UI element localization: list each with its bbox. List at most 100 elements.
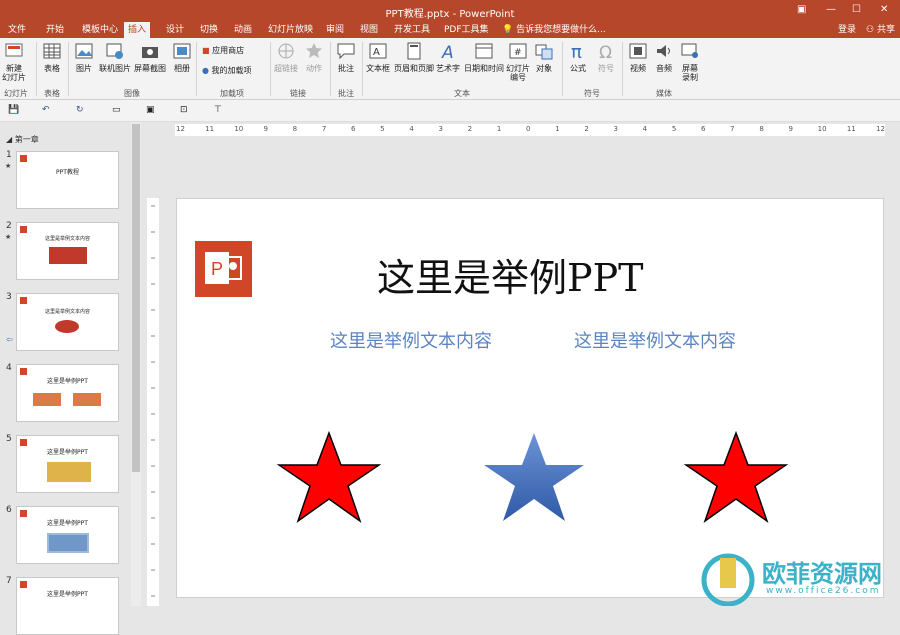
tab-animations[interactable]: 动画 bbox=[230, 22, 256, 38]
wordart-button[interactable]: A 艺术字 bbox=[436, 41, 460, 73]
red-star-left[interactable] bbox=[277, 431, 381, 523]
online-picture-icon bbox=[106, 43, 123, 59]
slide-number-label: 幻灯片 编号 bbox=[506, 64, 530, 82]
svg-text:π: π bbox=[571, 42, 582, 61]
watermark-name: 欧菲资源网 bbox=[762, 560, 882, 588]
search-box[interactable]: 💡 告诉我您想要做什么... bbox=[498, 22, 610, 38]
tab-pdf-tools[interactable]: PDF工具集 bbox=[440, 22, 493, 38]
film-icon bbox=[629, 43, 647, 59]
login-link[interactable]: 登录 bbox=[834, 22, 860, 38]
ruler-tick-label: 6 bbox=[351, 125, 356, 133]
tab-templates[interactable]: 模板中心 bbox=[78, 22, 122, 38]
album-button[interactable]: 相册 bbox=[172, 41, 192, 73]
my-addins-label: 我的加载项 bbox=[211, 66, 252, 75]
header-footer-button[interactable]: 页眉和页脚 bbox=[394, 41, 434, 73]
touch-mode-icon[interactable]: ⊡ bbox=[180, 105, 192, 117]
divider bbox=[622, 42, 623, 96]
ribbon-tabs: 文件 开始 模板中心 插入 设计 切换 动画 幻灯片放映 审阅 视图 开发工具 … bbox=[0, 22, 900, 38]
horizontal-ruler: 12 11 10 9 8 7 6 5 4 3 2 1 0 1 2 3 4 5 6 7 8 9 10 11 12 bbox=[175, 124, 885, 136]
scrollbar-thumb[interactable] bbox=[132, 124, 140, 472]
subtitle-left[interactable]: 这里是举例文本内容 bbox=[330, 327, 492, 353]
slide-thumbnail-1[interactable]: PPT教程 bbox=[16, 151, 119, 209]
thumbnail-scrollbar[interactable] bbox=[131, 122, 141, 606]
tab-insert[interactable]: 插入 bbox=[124, 22, 151, 38]
group-symbols-label: 符号 bbox=[584, 89, 600, 98]
slide-number: 2 bbox=[6, 221, 12, 231]
header-footer-label: 页眉和页脚 bbox=[394, 64, 434, 73]
red-star-right[interactable] bbox=[684, 431, 788, 523]
maximize-icon[interactable]: ☐ bbox=[852, 4, 861, 15]
datetime-button[interactable]: 日期和时间 bbox=[464, 41, 504, 73]
slide-number-button[interactable]: # 幻灯片 编号 bbox=[506, 41, 530, 82]
object-button[interactable]: 对象 bbox=[534, 41, 554, 73]
slide-thumbnail-4[interactable]: 这里是举例PPT bbox=[16, 364, 119, 422]
tab-design[interactable]: 设计 bbox=[162, 22, 188, 38]
pi-icon: π bbox=[571, 42, 582, 61]
present-icon[interactable]: ▭ bbox=[112, 105, 124, 117]
share-button[interactable]: ⚇ 共享 bbox=[862, 22, 899, 38]
ruler-tick-label: 2 bbox=[584, 125, 589, 133]
my-addins-button[interactable]: ● 我的加载项 bbox=[202, 66, 252, 75]
ruler-tick-label: 12 bbox=[176, 125, 185, 133]
thumb-shape bbox=[73, 393, 101, 406]
screenshot-button[interactable]: 屏幕截图 bbox=[134, 41, 166, 73]
addins-icon: ● bbox=[202, 66, 209, 75]
table-button[interactable]: 表格 bbox=[42, 41, 62, 73]
ruler-tick-label: 11 bbox=[205, 125, 215, 133]
slideshow-icon[interactable]: ▣ bbox=[146, 105, 158, 117]
section-header[interactable]: ◢ 第一章 bbox=[6, 134, 39, 145]
action-button[interactable]: 动作 bbox=[304, 41, 324, 73]
symbol-button[interactable]: Ω 符号 bbox=[596, 41, 616, 73]
blue-star-center[interactable] bbox=[482, 431, 586, 523]
close-icon[interactable]: ✕ bbox=[880, 4, 888, 15]
ruler-tick-label: 7 bbox=[321, 125, 327, 133]
comment-button[interactable]: 批注 bbox=[336, 41, 356, 73]
picture-label: 图片 bbox=[76, 64, 92, 73]
picture-button[interactable]: 图片 bbox=[74, 41, 94, 73]
minimize-icon[interactable]: — bbox=[826, 4, 836, 15]
slide-thumbnail-2[interactable]: 这里是举例文本内容 bbox=[16, 222, 119, 280]
ruler-tick-label: 2 bbox=[467, 125, 473, 133]
tab-review[interactable]: 审阅 bbox=[322, 22, 348, 38]
audio-button[interactable]: 音频 bbox=[654, 41, 674, 73]
tab-slideshow[interactable]: 幻灯片放映 bbox=[264, 22, 317, 38]
screen-record-button[interactable]: 屏幕 录制 bbox=[680, 41, 700, 82]
textbox-button[interactable]: A 文本框 bbox=[366, 41, 390, 73]
app-store-button[interactable]: ■ 应用商店 bbox=[202, 46, 244, 55]
customize-icon[interactable]: ⊤ bbox=[214, 105, 226, 117]
slide-title[interactable]: 这里是举例PPT bbox=[377, 247, 643, 302]
save-icon[interactable]: 💾 bbox=[8, 105, 20, 117]
undo-icon[interactable]: ↶ bbox=[42, 105, 54, 117]
slide-thumbnail-3[interactable]: 这里是举例文本内容 bbox=[16, 293, 119, 351]
ppt-logo-icon bbox=[20, 368, 27, 375]
restore-ribbon-icon[interactable]: ▣ bbox=[797, 4, 806, 15]
svg-text:Ω: Ω bbox=[599, 43, 612, 61]
thumb-shape bbox=[33, 393, 61, 406]
slide-canvas[interactable]: P 这里是举例PPT 这里是举例文本内容 这里是举例文本内容 bbox=[176, 198, 884, 598]
tab-view[interactable]: 视图 bbox=[356, 22, 382, 38]
slide-thumbnail-7[interactable]: 这里是举例PPT bbox=[16, 577, 119, 635]
redo-icon[interactable]: ↻ bbox=[76, 105, 88, 117]
group-comments-label: 批注 bbox=[338, 89, 354, 98]
tab-home[interactable]: 开始 bbox=[42, 22, 68, 38]
video-button[interactable]: 视频 bbox=[628, 41, 648, 73]
slide-number-icon: # bbox=[509, 43, 527, 59]
equation-button[interactable]: π 公式 bbox=[568, 41, 588, 73]
subtitle-right[interactable]: 这里是举例文本内容 bbox=[574, 327, 736, 353]
thumb-shape bbox=[47, 533, 89, 553]
tab-transitions[interactable]: 切换 bbox=[196, 22, 222, 38]
online-picture-button[interactable]: 联机图片 bbox=[99, 41, 131, 73]
wordart-label: 艺术字 bbox=[436, 64, 460, 73]
ruler-tick-label: 10 bbox=[234, 125, 244, 133]
thumb-title: 这里是举例PPT bbox=[47, 378, 88, 385]
tab-file[interactable]: 文件 bbox=[4, 22, 30, 38]
slide-thumbnail-5[interactable]: 这里是举例PPT bbox=[16, 435, 119, 493]
ribbon-insert: 新建 幻灯片 表格 图片 联机图片 屏幕截图 相册 ■ 应用商店 ● 我的加载项… bbox=[0, 38, 900, 100]
app-store-label: 应用商店 bbox=[212, 46, 245, 55]
slide-thumbnail-6[interactable]: 这里是举例PPT bbox=[16, 506, 119, 564]
powerpoint-logo: P bbox=[195, 241, 252, 297]
new-slide-button[interactable]: 新建 幻灯片 bbox=[2, 41, 26, 82]
hyperlink-button[interactable]: 超链接 bbox=[274, 41, 298, 73]
tab-developer[interactable]: 开发工具 bbox=[390, 22, 434, 38]
wordart-icon: A bbox=[441, 43, 454, 61]
